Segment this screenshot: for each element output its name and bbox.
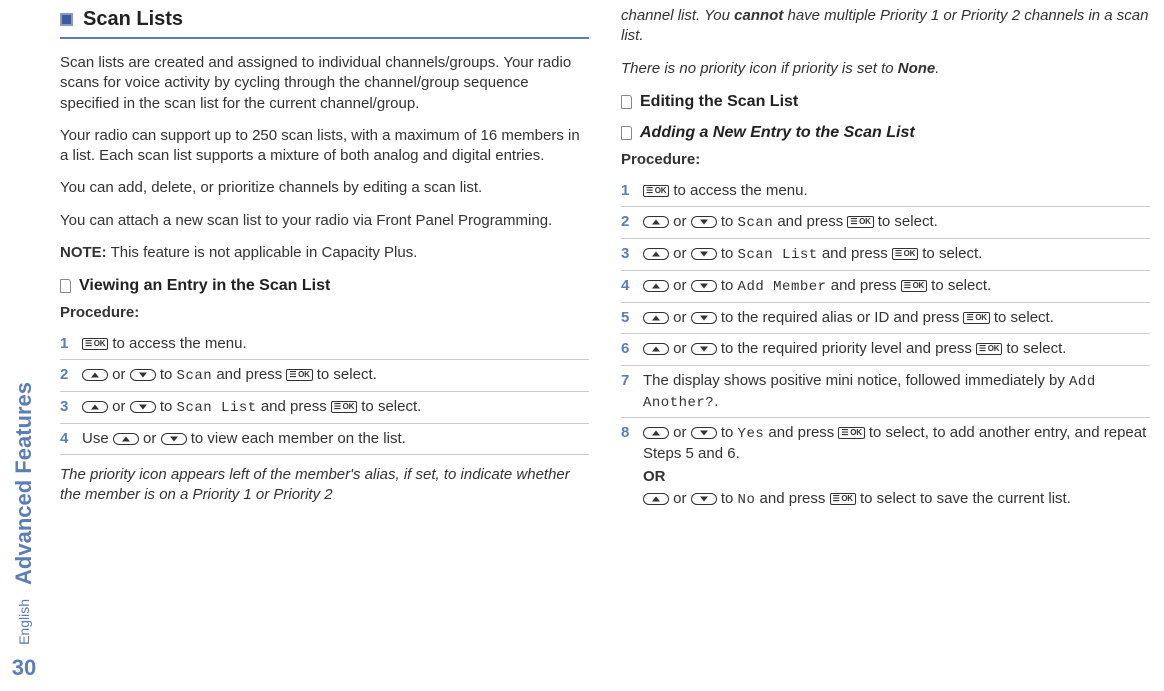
intro-p1: Scan lists are created and assigned to i… bbox=[60, 53, 589, 114]
intro-p4: You can attach a new scan list to your r… bbox=[60, 211, 589, 231]
section-header: Scan Lists bbox=[60, 6, 589, 33]
lcd-text: Scan List bbox=[177, 400, 257, 416]
viewing-title: Viewing an Entry in the Scan List bbox=[79, 275, 330, 297]
ok-key-icon: ☰ OK bbox=[838, 427, 864, 439]
ok-key-icon: ☰ OK bbox=[830, 493, 856, 505]
lcd-text: Yes bbox=[738, 426, 765, 442]
left-column: Scan Lists Scan lists are created and as… bbox=[60, 0, 589, 691]
ok-key-icon: ☰ OK bbox=[892, 248, 918, 260]
down-key-icon bbox=[691, 343, 717, 355]
viewing-footer: The priority icon appears left of the me… bbox=[60, 465, 589, 506]
step-text: to access the menu. bbox=[108, 335, 246, 352]
ok-key-icon: ☰ OK bbox=[963, 312, 989, 324]
viewing-subheading: Viewing an Entry in the Scan List bbox=[60, 275, 589, 297]
down-key-icon bbox=[691, 216, 717, 228]
adding-step-2: 2 or to Scan and press ☰ OK to select. bbox=[621, 207, 1150, 239]
ok-key-icon: ☰ OK bbox=[976, 343, 1002, 355]
down-key-icon bbox=[161, 433, 187, 445]
editing-title: Editing the Scan List bbox=[640, 91, 798, 113]
adding-step-7: 7 The display shows positive mini notice… bbox=[621, 366, 1150, 419]
step-number: 1 bbox=[621, 181, 643, 201]
sidebar-english-label: English bbox=[15, 599, 34, 645]
ok-key-icon: ☰ OK bbox=[286, 369, 312, 381]
adding-step-4: 4 or to Add Member and press ☰ OK to sel… bbox=[621, 271, 1150, 303]
ok-key-icon: ☰ OK bbox=[82, 338, 108, 350]
step-number: 5 bbox=[621, 308, 643, 328]
up-key-icon bbox=[643, 312, 669, 324]
up-key-icon bbox=[643, 493, 669, 505]
ok-key-icon: ☰ OK bbox=[847, 216, 873, 228]
up-key-icon bbox=[643, 248, 669, 260]
adding-subheading: Adding a New Entry to the Scan List bbox=[621, 122, 1150, 144]
up-key-icon bbox=[82, 401, 108, 413]
procedure-label: Procedure: bbox=[621, 150, 1150, 170]
section-title: Scan Lists bbox=[83, 6, 183, 33]
ok-key-icon: ☰ OK bbox=[901, 280, 927, 292]
down-key-icon bbox=[130, 401, 156, 413]
intro-p3: You can add, delete, or prioritize chann… bbox=[60, 178, 589, 198]
step-number: 3 bbox=[60, 397, 82, 418]
step-number: 4 bbox=[621, 276, 643, 297]
lcd-text: Add Member bbox=[738, 279, 827, 295]
adding-step-1: 1 ☰ OK to access the menu. bbox=[621, 176, 1150, 207]
cont-paragraph-2: There is no priority icon if priority is… bbox=[621, 59, 1150, 79]
down-key-icon bbox=[691, 248, 717, 260]
procedure-label: Procedure: bbox=[60, 303, 589, 323]
viewing-step-2: 2 or to Scan and press ☰ OK to select. bbox=[60, 360, 589, 392]
step-number: 2 bbox=[621, 212, 643, 233]
section-divider bbox=[60, 37, 589, 39]
sidebar: Advanced Features English 30 bbox=[0, 0, 48, 691]
step-number: 7 bbox=[621, 371, 643, 413]
down-key-icon bbox=[130, 369, 156, 381]
right-column: channel list. You cannot have multiple P… bbox=[621, 0, 1150, 691]
ok-key-icon: ☰ OK bbox=[331, 401, 357, 413]
step-number: 8 bbox=[621, 423, 643, 509]
down-key-icon bbox=[691, 493, 717, 505]
adding-title: Adding a New Entry to the Scan List bbox=[640, 122, 915, 144]
adding-step-5: 5 or to the required alias or ID and pre… bbox=[621, 303, 1150, 334]
up-key-icon bbox=[643, 216, 669, 228]
intro-p2: Your radio can support up to 250 scan li… bbox=[60, 126, 589, 167]
down-key-icon bbox=[691, 427, 717, 439]
lcd-text: Scan List bbox=[738, 247, 818, 263]
step-number: 2 bbox=[60, 365, 82, 386]
step-number: 3 bbox=[621, 244, 643, 265]
note-paragraph: NOTE: This feature is not applicable in … bbox=[60, 243, 589, 263]
step-number: 6 bbox=[621, 339, 643, 359]
adding-step-6: 6 or to the required priority level and … bbox=[621, 334, 1150, 365]
down-key-icon bbox=[691, 312, 717, 324]
up-key-icon bbox=[113, 433, 139, 445]
adding-step-3: 3 or to Scan List and press ☰ OK to sele… bbox=[621, 239, 1150, 271]
section-bullet-icon bbox=[60, 13, 73, 26]
editing-subheading: Editing the Scan List bbox=[621, 91, 1150, 113]
doc-icon bbox=[621, 95, 632, 109]
lcd-text: No bbox=[738, 492, 756, 508]
doc-icon bbox=[60, 279, 71, 293]
note-label: NOTE: bbox=[60, 244, 107, 261]
lcd-text: Scan bbox=[177, 368, 213, 384]
up-key-icon bbox=[643, 427, 669, 439]
ok-key-icon: ☰ OK bbox=[643, 185, 669, 197]
page-number: 30 bbox=[12, 653, 36, 683]
sidebar-section-label: Advanced Features bbox=[9, 382, 39, 585]
up-key-icon bbox=[643, 280, 669, 292]
step-number: 1 bbox=[60, 334, 82, 354]
down-key-icon bbox=[691, 280, 717, 292]
viewing-step-3: 3 or to Scan List and press ☰ OK to sele… bbox=[60, 392, 589, 424]
viewing-step-1: 1 ☰ OK to access the menu. bbox=[60, 329, 589, 360]
lcd-text: Scan bbox=[738, 215, 774, 231]
up-key-icon bbox=[643, 343, 669, 355]
or-separator: OR bbox=[643, 467, 1150, 487]
adding-step-8: 8 or to Yes and press ☰ OK to select, to… bbox=[621, 418, 1150, 514]
note-body: This feature is not applicable in Capaci… bbox=[111, 244, 418, 261]
cont-paragraph-1: channel list. You cannot have multiple P… bbox=[621, 6, 1150, 47]
up-key-icon bbox=[82, 369, 108, 381]
viewing-step-4: 4 Use or to view each member on the list… bbox=[60, 424, 589, 455]
doc-icon bbox=[621, 126, 632, 140]
step-number: 4 bbox=[60, 429, 82, 449]
